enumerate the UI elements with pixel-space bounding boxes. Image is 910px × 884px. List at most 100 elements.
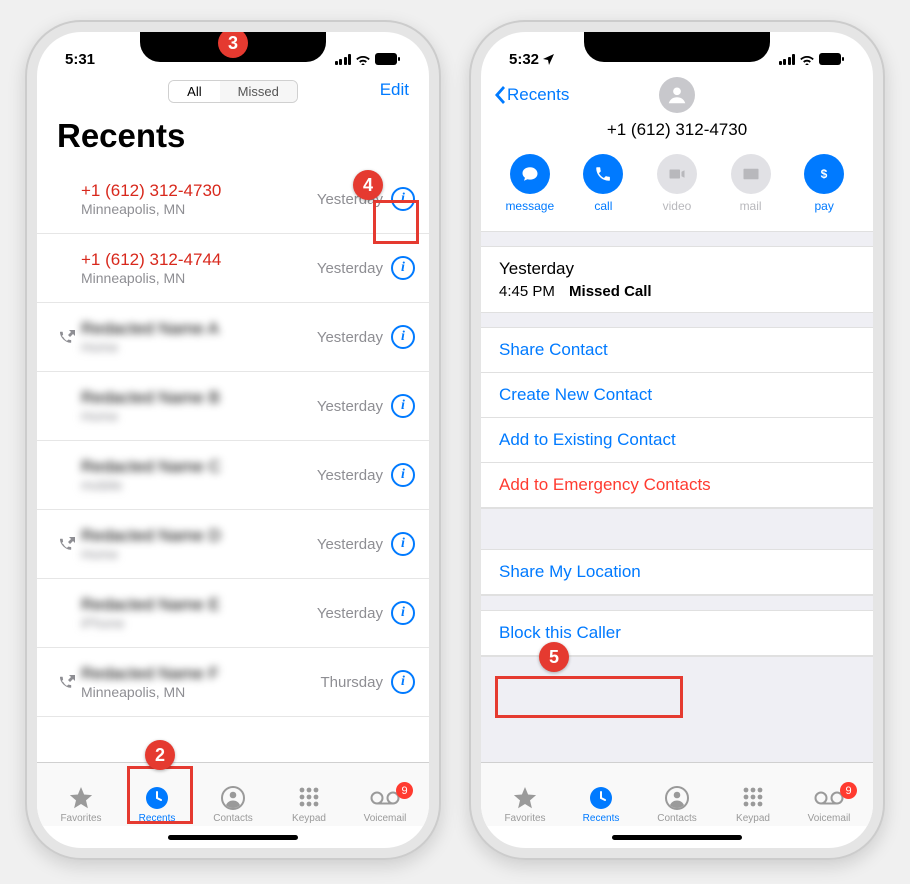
call-text: Redacted Name Cmobile: [81, 457, 317, 493]
call-number: Redacted Name C: [81, 457, 317, 477]
tab-keypad-label: Keypad: [715, 813, 791, 824]
location-icon: [543, 54, 554, 65]
call-log-day: Yesterday: [481, 247, 873, 281]
tab-keypad[interactable]: Keypad: [271, 785, 347, 824]
action-message[interactable]: message: [500, 154, 560, 213]
svg-text:$: $: [821, 167, 828, 181]
clock-icon: [563, 785, 639, 811]
outgoing-icon-slot: [55, 329, 81, 345]
avatar: [659, 77, 695, 113]
segmented-control[interactable]: All Missed: [168, 80, 298, 103]
home-indicator[interactable]: [481, 826, 873, 848]
tab-favorites-label: Favorites: [487, 813, 563, 824]
info-button[interactable]: i: [391, 670, 415, 694]
star-icon: [487, 785, 563, 811]
page-title: Recents: [37, 111, 429, 165]
segmented-all[interactable]: All: [169, 81, 219, 102]
create-new-contact-button[interactable]: Create New Contact: [481, 373, 873, 418]
outgoing-call-icon: [60, 329, 76, 345]
info-button[interactable]: i: [391, 532, 415, 556]
notch: [584, 32, 770, 62]
phone-left: 3 5:31 All Missed Edit Recents: [25, 20, 441, 860]
action-video-label: video: [647, 199, 707, 213]
call-time: Thursday: [320, 674, 383, 691]
message-icon: [521, 165, 539, 183]
call-row[interactable]: Redacted Name DHomeYesterdayi: [37, 510, 429, 579]
block-caller-label: Block this Caller: [499, 623, 621, 642]
action-pay-label: pay: [794, 199, 854, 213]
tab-bar: Favorites Recents Contacts: [37, 762, 429, 826]
call-time: Yesterday: [317, 605, 383, 622]
share-location-button[interactable]: Share My Location: [481, 550, 873, 595]
tab-keypad[interactable]: Keypad: [715, 785, 791, 824]
tab-keypad-label: Keypad: [271, 813, 347, 824]
status-time: 5:31: [65, 51, 95, 68]
tab-bar: Favorites Recents Contacts: [481, 762, 873, 826]
chevron-left-icon: [493, 86, 505, 104]
star-icon: [43, 785, 119, 811]
call-list[interactable]: +1 (612) 312-4730Minneapolis, MNYesterda…: [37, 165, 429, 762]
call-row[interactable]: Redacted Name BHomeYesterday i: [37, 372, 429, 441]
annotation-4-box: [373, 200, 419, 244]
video-icon: [668, 165, 686, 183]
call-text: +1 (612) 312-4744Minneapolis, MN: [81, 250, 317, 286]
call-text: +1 (612) 312-4730Minneapolis, MN: [81, 181, 317, 217]
call-subtitle: Minneapolis, MN: [81, 201, 317, 217]
voicemail-badge: 9: [840, 782, 857, 799]
outgoing-icon-slot: [55, 674, 81, 690]
call-row[interactable]: Redacted Name FMinneapolis, MNThursdayi: [37, 648, 429, 717]
call-row[interactable]: +1 (612) 312-4744Minneapolis, MNYesterda…: [37, 234, 429, 303]
tab-contacts[interactable]: Contacts: [195, 785, 271, 824]
home-indicator[interactable]: [37, 826, 429, 848]
info-button[interactable]: i: [391, 394, 415, 418]
tab-recents[interactable]: Recents: [563, 785, 639, 824]
segmented-missed[interactable]: Missed: [220, 81, 297, 102]
action-row: message call video mail $ pay: [481, 154, 873, 231]
info-button[interactable]: i: [391, 325, 415, 349]
keypad-icon: [715, 785, 791, 811]
edit-button[interactable]: Edit: [380, 80, 409, 100]
call-time: Yesterday: [317, 329, 383, 346]
info-button[interactable]: i: [391, 256, 415, 280]
call-text: Redacted Name BHome: [81, 388, 317, 424]
call-time: Yesterday: [317, 260, 383, 277]
tab-contacts-label: Contacts: [639, 813, 715, 824]
call-row[interactable]: Redacted Name CmobileYesterday i: [37, 441, 429, 510]
outgoing-icon-slot: [55, 536, 81, 552]
back-button[interactable]: Recents: [493, 85, 569, 105]
share-contact-button[interactable]: Share Contact: [481, 328, 873, 373]
add-existing-contact-button[interactable]: Add to Existing Contact: [481, 418, 873, 463]
signal-icon: [779, 54, 796, 65]
call-number: +1 (612) 312-4730: [81, 181, 317, 201]
tab-voicemail[interactable]: 9 Voicemail: [347, 785, 423, 824]
call-time: Yesterday: [317, 467, 383, 484]
voicemail-badge: 9: [396, 782, 413, 799]
call-row[interactable]: Redacted Name AHomeYesterday i: [37, 303, 429, 372]
annotation-5: 5: [539, 642, 569, 672]
keypad-icon: [271, 785, 347, 811]
call-text: Redacted Name DHome: [81, 526, 317, 562]
call-time: Yesterday: [317, 398, 383, 415]
call-subtitle: Minneapolis, MN: [81, 270, 317, 286]
call-text: Redacted Name AHome: [81, 319, 317, 355]
info-button[interactable]: i: [391, 463, 415, 487]
action-mail-label: mail: [721, 199, 781, 213]
tab-favorites[interactable]: Favorites: [487, 785, 563, 824]
call-row[interactable]: Redacted Name EiPhoneYesterdayi: [37, 579, 429, 648]
action-pay[interactable]: $ pay: [794, 154, 854, 213]
dollar-icon: $: [815, 165, 833, 183]
tab-voicemail-label: Voicemail: [791, 813, 867, 824]
call-subtitle: Home: [81, 408, 317, 424]
tab-contacts[interactable]: Contacts: [639, 785, 715, 824]
call-log-kind: Missed Call: [569, 283, 652, 300]
screen-right: 5:32 Recents: [481, 32, 873, 848]
status-time: 5:32: [509, 51, 539, 68]
info-button[interactable]: i: [391, 601, 415, 625]
tab-favorites[interactable]: Favorites: [43, 785, 119, 824]
add-emergency-button[interactable]: Add to Emergency Contacts: [481, 463, 873, 508]
annotation-2-box: [127, 766, 193, 824]
contacts-icon: [639, 785, 715, 811]
tab-recents-label: Recents: [563, 813, 639, 824]
tab-voicemail[interactable]: 9 Voicemail: [791, 785, 867, 824]
action-call[interactable]: call: [573, 154, 633, 213]
